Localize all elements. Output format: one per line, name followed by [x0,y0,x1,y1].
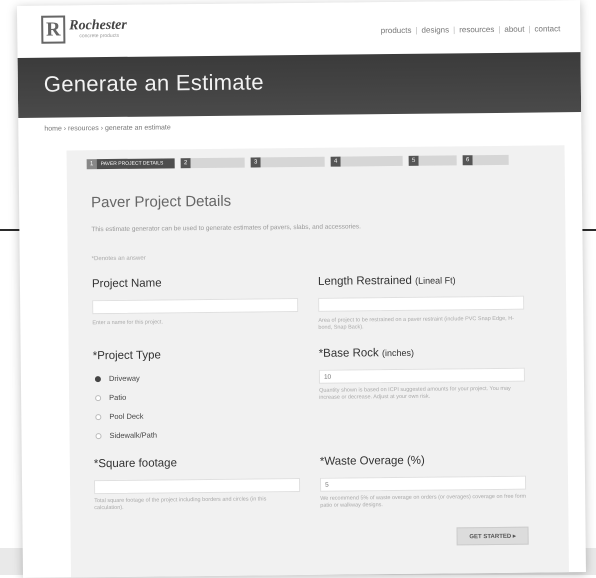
radio-unchecked-icon [95,394,102,401]
brand-tagline: concrete products [79,32,120,40]
square-footage-help: Total square footage of the project incl… [94,496,267,512]
project-name-input[interactable] [92,298,299,315]
required-note: *Denotes an answer [91,255,146,263]
radio-sidewalk-path[interactable]: Sidewalk/Path [95,431,157,441]
square-footage-input[interactable] [93,478,301,495]
screenshot-card: R Rochester concrete products products |… [17,0,586,578]
step-label [190,157,245,169]
base-rock-label: *Base Rock (inches) [319,347,414,360]
estimate-form-panel: 1 PAVER PROJECT DETAILS 2 3 4 5 6 Paver … [66,145,569,578]
radio-patio[interactable]: Patio [95,393,126,402]
nav-item-contact[interactable]: contact [534,24,560,33]
radio-label: Driveway [108,373,140,384]
nav-item-resources[interactable]: resources [459,25,494,34]
radio-label: Sidewalk/Path [109,430,158,441]
section-title: Paver Project Details [90,192,232,212]
step-number: 1 [86,159,97,170]
step-number: 3 [250,157,261,168]
length-restrained-label-text: Length Restrained [317,274,412,288]
hero-banner: Generate an Estimate [17,52,582,118]
length-restrained-label: Length Restrained (Lineal Ft) [317,274,456,288]
logo[interactable]: R Rochester concrete products [41,15,127,44]
project-name-label: Project Name [91,277,162,291]
step-number: 6 [462,155,473,166]
step-label [418,155,457,166]
step-5[interactable]: 5 [408,154,457,167]
nav-separator: | [453,25,456,35]
step-number: 5 [408,155,419,166]
logo-icon: R [41,15,66,44]
nav-item-about[interactable]: about [504,25,524,34]
page-title: Generate an Estimate [43,69,264,97]
intro-text: This estimate generator can be used to g… [91,223,361,234]
nav-item-products[interactable]: products [381,26,412,35]
waste-overage-input[interactable]: 5 [319,475,527,492]
get-started-button[interactable]: GET STARTED ▸ [456,526,529,546]
base-rock-input[interactable]: 10 [318,367,525,384]
step-6[interactable]: 6 [462,154,509,166]
radio-checked-icon [94,375,101,382]
step-label [340,155,403,167]
waste-overage-label: *Waste Overage (%) [319,454,425,468]
step-number: 4 [330,156,341,167]
nav-separator: | [415,25,418,35]
project-type-label: *Project Type [92,349,161,363]
step-3[interactable]: 3 [250,156,325,169]
step-2[interactable]: 2 [180,157,245,170]
step-label [472,154,509,166]
step-4[interactable]: 4 [330,155,403,168]
length-restrained-input[interactable] [318,295,525,312]
length-restrained-unit: (Lineal Ft) [415,275,456,286]
main-nav: products | designs | resources | about |… [381,24,561,35]
nav-item-designs[interactable]: designs [421,25,449,34]
radio-unchecked-icon [95,432,102,439]
waste-overage-help: We recommend 5% of waste overage on orde… [320,493,527,509]
base-rock-label-text: *Base Rock [318,347,379,360]
radio-driveway[interactable]: Driveway [94,373,140,384]
radio-label: Pool Deck [109,411,144,422]
top-bar: R Rochester concrete products products |… [17,0,581,58]
radio-label: Patio [109,392,127,403]
step-label: PAVER PROJECT DETAILS [96,158,175,170]
step-indicator: 1 PAVER PROJECT DETAILS 2 3 4 5 6 [86,154,509,170]
brand-name: Rochester [69,17,127,34]
radio-unchecked-icon [95,413,102,420]
base-rock-unit: (inches) [381,347,415,359]
step-number: 2 [180,158,191,169]
step-label [260,156,325,168]
logo-text: Rochester concrete products [69,17,127,40]
step-1[interactable]: 1 PAVER PROJECT DETAILS [86,157,175,170]
base-rock-help: Quantity shown is based on ICPI suggeste… [319,385,511,401]
radio-pool-deck[interactable]: Pool Deck [95,411,144,422]
nav-separator: | [528,24,531,34]
project-name-help: Enter a name for this project. [92,319,163,327]
breadcrumb[interactable]: home › resources › generate an estimate [44,124,171,132]
length-restrained-help: Area of project to be restrained on a pa… [318,315,515,331]
square-footage-label: *Square footage [93,457,178,471]
nav-separator: | [498,24,501,34]
